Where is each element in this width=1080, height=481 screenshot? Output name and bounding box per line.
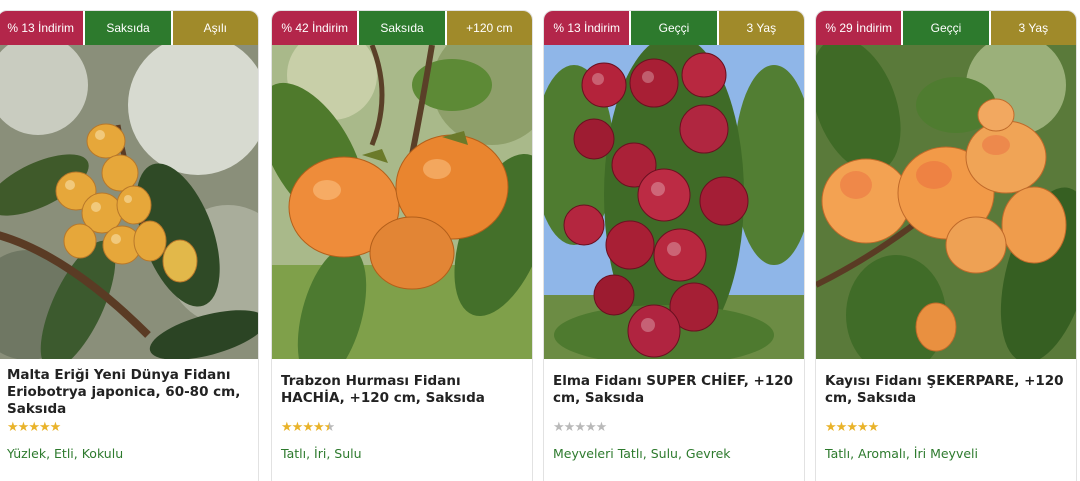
- star-icon: ★: [856, 420, 869, 435]
- info-badge: Aşılı: [172, 11, 258, 45]
- discount-badge: % 29 İndirim: [816, 11, 904, 45]
- rating-stars: ★ ★ ★ ★ ★: [281, 420, 336, 435]
- info-badge: +120 cm: [446, 11, 532, 45]
- rating-stars: ★ ★ ★ ★ ★: [553, 420, 608, 435]
- badge-row: % 13 İndirim Geççi 3 Yaş: [544, 11, 804, 45]
- product-features: Yüzlek, Etli, Kokulu: [7, 446, 124, 461]
- product-grid: % 13 İndirim Saksıda Aşılı Malta Eriği Y…: [0, 0, 1080, 481]
- product-image[interactable]: [544, 45, 804, 359]
- star-icon: ★: [49, 420, 62, 435]
- product-card[interactable]: % 13 İndirim Saksıda Aşılı Malta Eriği Y…: [0, 10, 259, 481]
- product-image[interactable]: [0, 45, 258, 359]
- product-features: Tatlı, Aromalı, İri Meyveli: [825, 446, 978, 461]
- product-title[interactable]: Elma Fidanı SUPER CHİEF, +120 cm, Saksıd…: [553, 373, 797, 407]
- discount-badge: % 13 İndirim: [0, 11, 86, 45]
- star-icon: ★: [291, 420, 304, 435]
- product-title[interactable]: Trabzon Hurması Fidanı HACHİA, +120 cm, …: [281, 373, 525, 407]
- star-icon: ★: [312, 420, 325, 435]
- star-icon: ★: [28, 420, 40, 435]
- star-icon: ★: [17, 420, 30, 435]
- star-icon: ★: [553, 420, 565, 435]
- star-icon: ★: [38, 420, 51, 435]
- star-icon: ★: [281, 420, 293, 435]
- star-icon: ★: [846, 420, 858, 435]
- star-icon: ★: [825, 420, 837, 435]
- badge-row: % 13 İndirim Saksıda Aşılı: [0, 11, 258, 45]
- discount-badge: % 42 İndirim: [272, 11, 360, 45]
- rating-stars: ★ ★ ★ ★ ★: [7, 420, 62, 435]
- star-icon: ★: [595, 420, 608, 435]
- product-features: Tatlı, İri, Sulu: [281, 446, 362, 461]
- product-card[interactable]: % 42 İndirim Saksıda +120 cm Trabzon Hur…: [271, 10, 533, 481]
- product-title[interactable]: Kayısı Fidanı ŞEKERPARE, +120 cm, Saksıd…: [825, 373, 1069, 407]
- badge-row: % 42 İndirim Saksıda +120 cm: [272, 11, 532, 45]
- star-icon: ★: [584, 420, 597, 435]
- product-image[interactable]: [272, 45, 532, 359]
- info-badge: 3 Yaş: [718, 11, 804, 45]
- star-icon: ★: [323, 420, 336, 435]
- pot-badge: Saksıda: [359, 11, 447, 45]
- pot-badge: Geççi: [631, 11, 719, 45]
- star-icon: ★: [302, 420, 314, 435]
- info-badge: 3 Yaş: [990, 11, 1076, 45]
- star-icon: ★: [867, 420, 880, 435]
- product-features: Meyveleri Tatlı, Sulu, Gevrek: [553, 446, 731, 461]
- product-card[interactable]: % 13 İndirim Geççi 3 Yaş Elma Fidanı SUP…: [543, 10, 805, 481]
- product-image[interactable]: [816, 45, 1076, 359]
- pot-badge: Geççi: [903, 11, 991, 45]
- product-title[interactable]: Malta Eriği Yeni Dünya Fidanı Eriobotrya…: [7, 367, 251, 418]
- pot-badge: Saksıda: [85, 11, 173, 45]
- star-icon: ★: [574, 420, 586, 435]
- discount-badge: % 13 İndirim: [544, 11, 632, 45]
- star-icon: ★: [835, 420, 848, 435]
- badge-row: % 29 İndirim Geççi 3 Yaş: [816, 11, 1076, 45]
- rating-stars: ★ ★ ★ ★ ★: [825, 420, 880, 435]
- star-icon: ★: [7, 420, 19, 435]
- star-icon: ★: [563, 420, 576, 435]
- product-card[interactable]: % 29 İndirim Geççi 3 Yaş Kayısı Fidanı Ş…: [815, 10, 1077, 481]
